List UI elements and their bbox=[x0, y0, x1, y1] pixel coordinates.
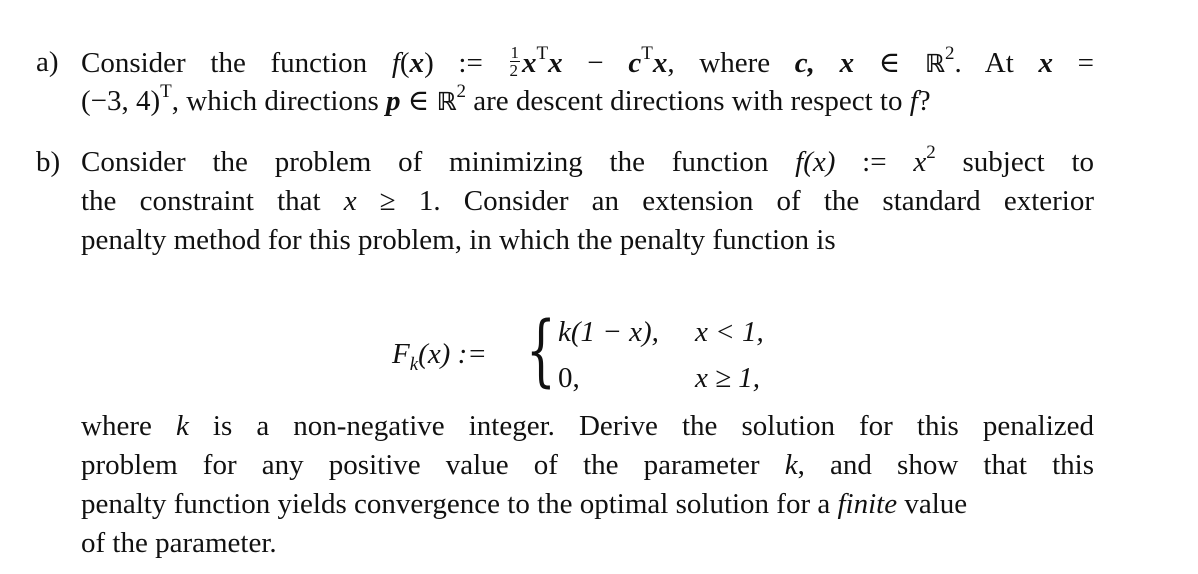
case-2-expression: 0, bbox=[558, 362, 580, 394]
reals-symbol: ℝ bbox=[924, 49, 945, 79]
reals-symbol: ℝ bbox=[436, 87, 457, 116]
part-b-line-5: problem for any positive value of the pa… bbox=[81, 449, 1094, 481]
case-1-expression: k(1 − x), bbox=[558, 316, 659, 348]
penalty-function-equation: Fk(x) := { k(1 − x), x < 1, 0, x ≥ 1, bbox=[388, 308, 808, 398]
part-b-line-7: of the parameter. bbox=[81, 527, 277, 559]
case-2-condition: x ≥ 1, bbox=[695, 362, 761, 394]
equation-lhs: Fk(x) := bbox=[392, 338, 487, 375]
part-a-line-1: Consider the function f(x) := 1 2 xTx − cT… bbox=[81, 43, 1095, 80]
fraction-one-half: 12 bbox=[509, 43, 521, 80]
part-b-line-1: Consider the problem of minimizing the f… bbox=[81, 142, 1094, 178]
cases-brace: { bbox=[526, 306, 556, 396]
emphasis-finite: finite bbox=[837, 488, 898, 520]
part-b-line-2: the constraint that x ≥ 1. Consider an e… bbox=[81, 185, 1094, 217]
case-1-condition: x < 1, bbox=[695, 316, 764, 348]
exercise-document: a) Consider the function f(x) := 1 2 xTx −… bbox=[0, 0, 1198, 574]
part-a-line-2: (−3, 4)T, which directions p ∈ ℝ2 are de… bbox=[81, 81, 931, 117]
part-b-line-4: where k is a non-negative integer. Deriv… bbox=[81, 410, 1095, 442]
part-b-line-6: penalty function yields convergence to t… bbox=[81, 488, 968, 520]
part-b-line-3: penalty method for this problem, in whic… bbox=[81, 224, 836, 256]
part-b-label: b) bbox=[36, 146, 61, 178]
part-a-label: a) bbox=[36, 46, 59, 78]
